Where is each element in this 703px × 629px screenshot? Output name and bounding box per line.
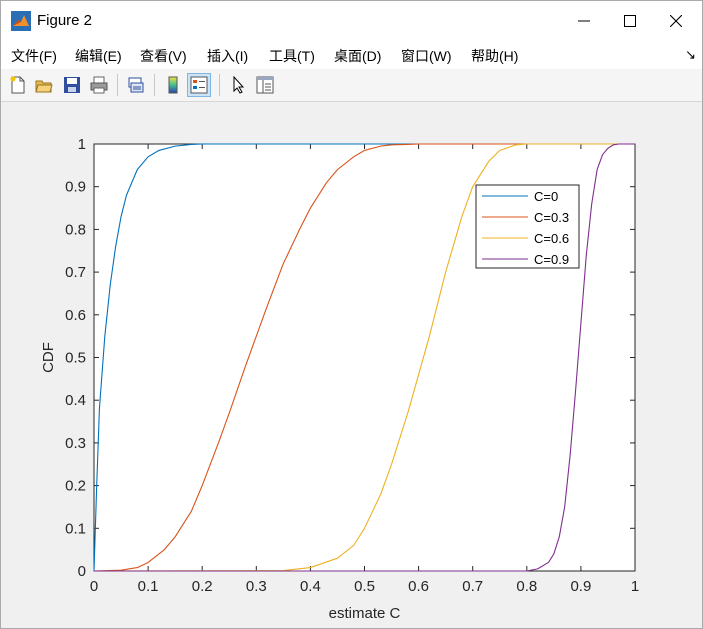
x-tick-label: 0.1: [138, 578, 159, 595]
legend-entry-label: C=0.6: [534, 231, 569, 246]
menu-file[interactable]: 文件(F): [11, 46, 57, 66]
y-tick-label: 0.1: [65, 520, 86, 537]
x-tick-label: 0.4: [300, 578, 321, 595]
link-plot-button[interactable]: [124, 73, 148, 97]
menu-tools[interactable]: 工具(T): [269, 46, 315, 66]
new-figure-icon: [10, 76, 25, 94]
open-file-icon: [35, 80, 53, 93]
figure-window: Figure 2 文件(F) 编辑(E) 查看(V) 插入(I) 工具(T) 桌…: [0, 0, 703, 629]
menu-dock-arrow[interactable]: ↘: [685, 47, 696, 63]
x-tick-label: 0.3: [246, 578, 267, 595]
menu-view[interactable]: 查看(V): [140, 46, 187, 66]
matlab-logo-icon: [11, 11, 31, 31]
link-plot-icon: [128, 77, 144, 93]
y-tick-label: 0.4: [65, 392, 86, 409]
x-tick-label: 0.2: [192, 578, 213, 595]
maximize-icon: [624, 15, 636, 27]
close-button[interactable]: [653, 1, 699, 41]
x-axis-label: estimate C: [329, 605, 401, 622]
print-button[interactable]: [87, 73, 111, 97]
menu-bar: 文件(F) 编辑(E) 查看(V) 插入(I) 工具(T) 桌面(D) 窗口(W…: [1, 41, 702, 69]
menu-window[interactable]: 窗口(W): [401, 46, 452, 66]
x-tick-label: 0.9: [570, 578, 591, 595]
new-figure-button[interactable]: [6, 73, 30, 97]
menu-edit[interactable]: 编辑(E): [75, 46, 122, 66]
legend-entry-label: C=0.3: [534, 210, 569, 225]
legend-entry-label: C=0.9: [534, 252, 569, 267]
pointer-icon: [233, 76, 245, 94]
colorbar-icon: [168, 76, 178, 94]
toolbar-separator: [117, 74, 118, 96]
maximize-button[interactable]: [607, 1, 653, 41]
y-tick-label: 0: [78, 563, 86, 580]
legend-button[interactable]: [187, 73, 211, 97]
minimize-icon: [578, 20, 590, 22]
menu-help[interactable]: 帮助(H): [471, 46, 518, 66]
y-tick-label: 0.8: [65, 221, 86, 238]
colorbar-button[interactable]: [161, 73, 185, 97]
legend-entry-label: C=0: [534, 189, 558, 204]
toolbar: [1, 69, 702, 102]
x-tick-label: 0.6: [408, 578, 429, 595]
x-tick-label: 0.5: [354, 578, 375, 595]
pointer-button[interactable]: [226, 73, 250, 97]
open-file-button[interactable]: [32, 73, 56, 97]
toolbar-separator: [219, 74, 220, 96]
window-title: Figure 2: [37, 12, 93, 29]
property-editor-icon: [256, 76, 274, 94]
y-tick-label: 0.6: [65, 307, 86, 324]
y-tick-label: 0.9: [65, 179, 86, 196]
x-tick-label: 1: [631, 578, 639, 595]
close-icon: [670, 15, 682, 27]
x-tick-label: 0.8: [516, 578, 537, 595]
legend-icon: [190, 76, 208, 94]
x-tick-label: 0.7: [462, 578, 483, 595]
title-bar[interactable]: Figure 2: [1, 1, 702, 41]
y-tick-label: 0.7: [65, 264, 86, 281]
y-tick-label: 0.5: [65, 350, 86, 367]
legend[interactable]: C=0 C=0.3 C=0.6 C=0.9: [475, 184, 580, 269]
save-button[interactable]: [60, 73, 84, 97]
minimize-button[interactable]: [561, 1, 607, 41]
menu-insert[interactable]: 插入(I): [207, 46, 248, 66]
menu-desktop[interactable]: 桌面(D): [334, 46, 381, 66]
figure-canvas[interactable]: 0 0.1 0.2 0.3 0.4 0.5 0.6 0.7 0.8 0.9 1 0 0.1 0.2 0.3…: [1, 102, 702, 628]
y-axis-label: CDF: [40, 342, 57, 373]
y-tick-label: 1: [78, 136, 86, 153]
toolbar-separator: [154, 74, 155, 96]
y-tick-label: 0.2: [65, 478, 86, 495]
y-tick-label: 0.3: [65, 435, 86, 452]
property-editor-button[interactable]: [253, 73, 277, 97]
print-icon: [90, 76, 108, 94]
save-icon: [64, 77, 80, 93]
x-tick-label: 0: [90, 578, 98, 595]
